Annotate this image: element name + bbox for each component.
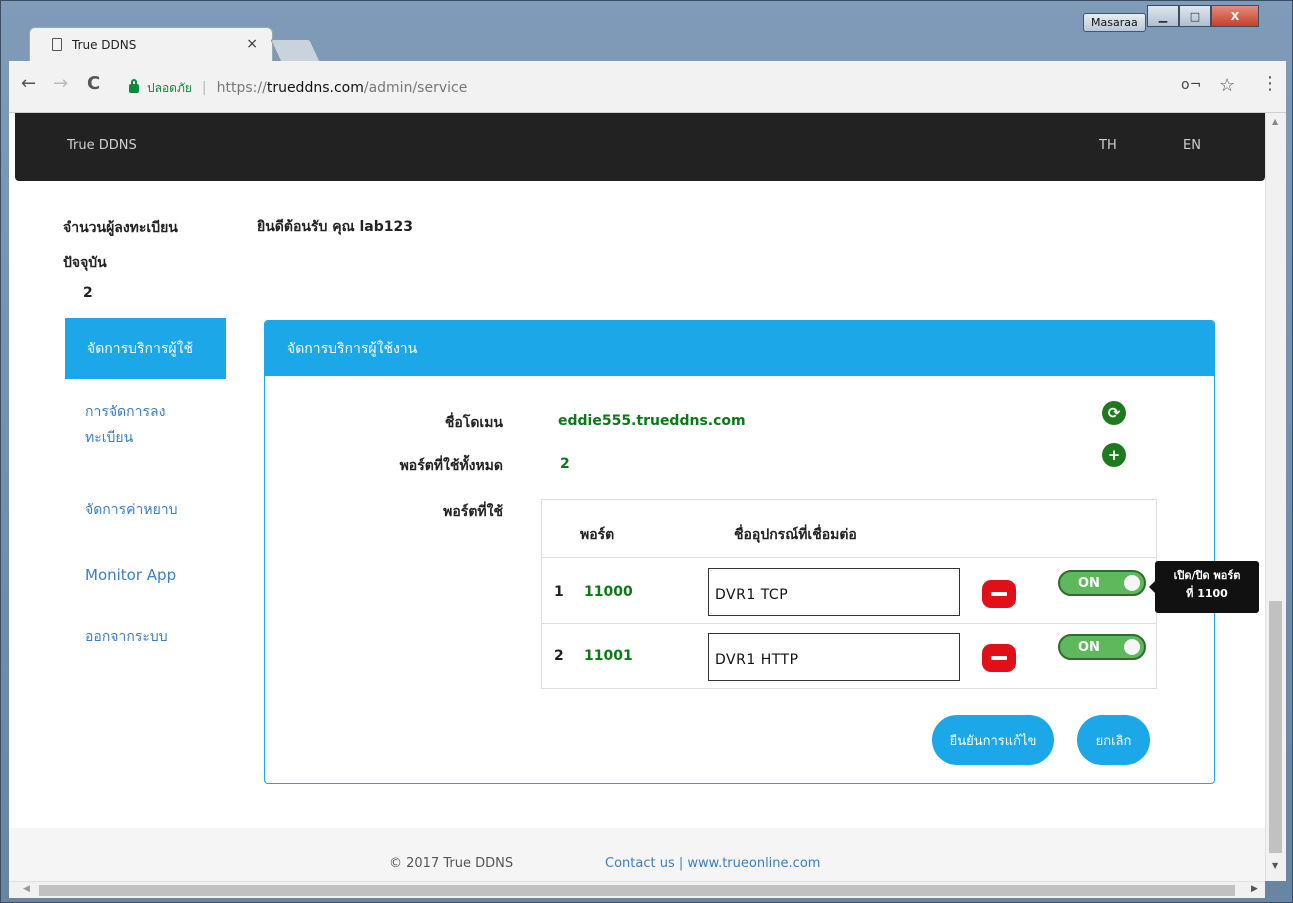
row-port: 11000: [584, 584, 633, 600]
horizontal-scroll-thumb[interactable]: [39, 885, 1235, 896]
key-icon[interactable]: o¬: [1181, 77, 1201, 93]
row-port: 11001: [584, 648, 633, 664]
sidebar-item-registration[interactable]: การจัดการลง ทะเบียน: [85, 399, 195, 451]
toggle-tooltip: เปิด/ปิด พอร์ต ที่ 1100: [1149, 561, 1259, 613]
browser-toolbar: ← → C ปลอดภัย | https:// trueddns.com /a…: [9, 61, 1286, 113]
scroll-left-icon[interactable]: ◀: [23, 884, 30, 894]
address-bar[interactable]: ปลอดภัย | https:// trueddns.com /admin/s…: [129, 75, 1251, 101]
lang-th-link[interactable]: TH: [1099, 138, 1117, 153]
page-footer: © 2017 True DDNS Contact us | www.trueon…: [9, 828, 1265, 881]
device-name-input[interactable]: DVR1 HTTP: [708, 633, 960, 681]
row-number: 2: [554, 648, 564, 664]
ports-used-label: พอร์ตที่ใช้: [443, 504, 503, 520]
new-tab-button[interactable]: [269, 39, 321, 61]
toggle-knob: [1124, 575, 1140, 591]
maximize-button[interactable]: □: [1179, 5, 1211, 27]
copyright-text: © 2017 True DDNS: [389, 856, 514, 871]
page-icon: [52, 38, 62, 51]
close-window-button[interactable]: X: [1211, 5, 1259, 27]
url-host: trueddns.com: [266, 80, 364, 96]
forward-icon[interactable]: →: [53, 73, 68, 94]
panel-title: จัดการบริการผู้ใช้งาน: [265, 321, 1214, 376]
tooltip-line-1: เปิด/ปิด พอร์ต: [1173, 569, 1241, 582]
remove-port-button[interactable]: [982, 644, 1016, 672]
lang-en-link[interactable]: EN: [1183, 138, 1201, 153]
row-number: 1: [554, 584, 564, 600]
vertical-scroll-thumb[interactable]: [1269, 601, 1282, 853]
tooltip-line-2: ที่ 1100: [1186, 587, 1228, 600]
header-divider: [542, 557, 1156, 558]
device-name-input[interactable]: DVR1 TCP: [708, 568, 960, 616]
lock-icon: [129, 78, 139, 93]
scroll-down-icon[interactable]: ▼: [1272, 861, 1278, 870]
toggle-knob: [1124, 639, 1140, 655]
browser-tab[interactable]: True DDNS ×: [29, 27, 273, 61]
brand-link[interactable]: True DDNS: [67, 138, 137, 153]
toggle-label: ON: [1078, 575, 1100, 591]
sidebar-item-settings[interactable]: จัดการค่าหยาบ: [85, 497, 178, 523]
scroll-right-icon[interactable]: ▶: [1251, 884, 1258, 894]
secure-label: ปลอดภัย: [147, 80, 192, 95]
sidebar-item-service-management[interactable]: จัดการบริการผู้ใช้: [65, 318, 226, 379]
confirm-edit-button[interactable]: ยืนยันการแก้ไข: [932, 715, 1054, 765]
registered-count-label: จำนวนผู้ลงทะเบียน ปัจจุบัน: [63, 220, 178, 271]
page-viewport: True DDNS TH EN จำนวนผู้ลงทะเบียน ปัจจุบ…: [9, 113, 1265, 881]
col-header-port: พอร์ต: [580, 527, 615, 543]
port-toggle[interactable]: ON: [1058, 634, 1146, 660]
url-scheme: https://: [216, 80, 267, 96]
refresh-icon[interactable]: ⟳: [1102, 401, 1126, 425]
sidebar-item-monitor-app[interactable]: Monitor App: [85, 562, 176, 588]
toggle-label: ON: [1078, 639, 1100, 655]
contact-link[interactable]: Contact us | www.trueonline.com: [605, 856, 820, 871]
reload-icon[interactable]: C: [87, 73, 100, 94]
window-user-badge[interactable]: Masaraa: [1083, 13, 1146, 32]
minus-icon: [991, 592, 1007, 596]
scroll-up-icon[interactable]: ▲: [1272, 117, 1278, 126]
domain-label: ชื่อโดเมน: [444, 415, 503, 431]
ports-table: พอร์ต ชื่ออุปกรณ์ที่เชื่อมต่อ 1 11000 DV…: [541, 499, 1157, 689]
tab-close-icon[interactable]: ×: [246, 36, 258, 52]
minus-icon: [991, 656, 1007, 660]
horizontal-scrollbar[interactable]: ◀ ▶: [9, 881, 1265, 898]
registered-count-value: 2: [83, 285, 93, 301]
address-divider: |: [201, 80, 207, 96]
sidebar-item-logout[interactable]: ออกจากระบบ: [85, 624, 168, 650]
tab-title: True DDNS: [72, 37, 137, 52]
remove-port-button[interactable]: [982, 580, 1016, 608]
port-toggle[interactable]: ON: [1058, 570, 1146, 596]
bookmark-star-icon[interactable]: ☆: [1219, 75, 1235, 96]
minimize-button[interactable]: ▁: [1147, 5, 1179, 27]
top-navbar: True DDNS TH EN: [15, 113, 1265, 181]
ports-total-value: 2: [560, 456, 570, 472]
add-port-icon[interactable]: +: [1102, 443, 1126, 467]
vertical-scrollbar[interactable]: ▲ ▼: [1265, 113, 1286, 881]
welcome-message: ยินดีต้อนรับ คุณ lab123: [257, 219, 413, 235]
col-header-device: ชื่ออุปกรณ์ที่เชื่อมต่อ: [734, 527, 857, 543]
url-path: /admin/service: [363, 80, 468, 96]
service-panel: จัดการบริการผู้ใช้งาน ชื่อโดเมน eddie555…: [264, 320, 1215, 784]
domain-value: eddie555.trueddns.com: [558, 413, 746, 429]
ports-total-label: พอร์ตที่ใช้ทั้งหมด: [399, 458, 503, 474]
browser-window: True DDNS × Masaraa ▁ □ X ← → C ปลอดภัย …: [0, 0, 1293, 903]
window-controls: ▁ □ X: [1147, 5, 1259, 27]
cancel-button[interactable]: ยกเลิก: [1077, 715, 1150, 765]
browser-menu-icon[interactable]: ⋮: [1261, 73, 1279, 94]
row-divider: [542, 623, 1156, 624]
back-icon[interactable]: ←: [21, 73, 36, 94]
